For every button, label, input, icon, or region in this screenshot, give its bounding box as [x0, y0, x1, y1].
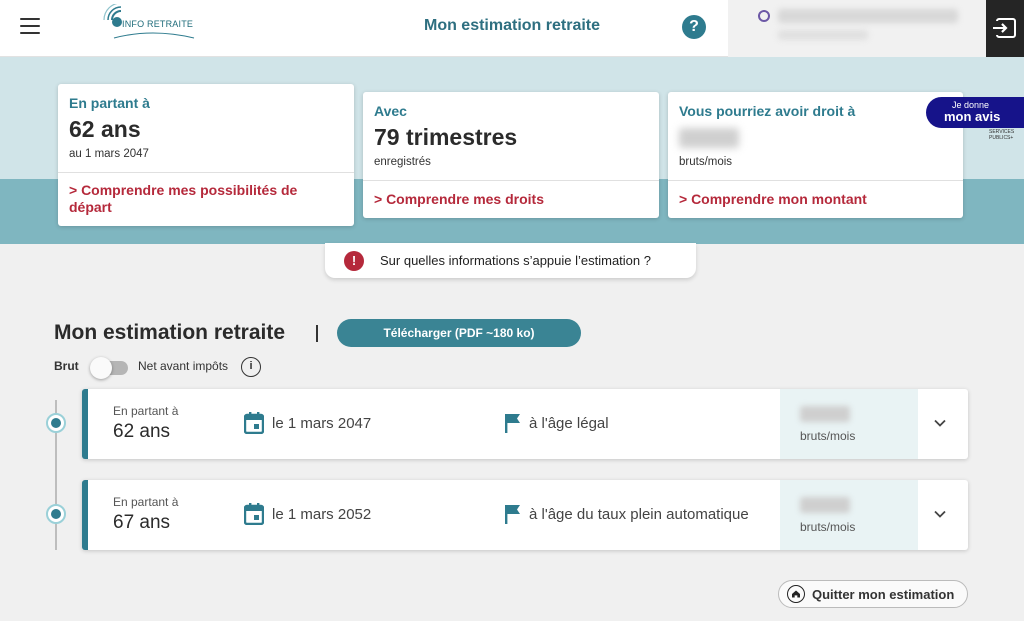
menu-icon[interactable]	[20, 18, 40, 34]
card-amount: Vous pourriez avoir droit à bruts/mois >…	[668, 92, 963, 218]
flag-icon	[505, 505, 520, 524]
row-label: En partant à	[113, 495, 179, 509]
logo-text: INFO RETRAITE	[122, 19, 194, 29]
calendar-icon	[244, 412, 264, 434]
row-age: 67 ans	[113, 512, 171, 533]
row-date: le 1 mars 2052	[272, 506, 372, 523]
top-header: INFO RETRAITE Mon estimation retraite ?	[0, 0, 1024, 57]
card-sub: enregistrés	[374, 156, 431, 168]
card-sub: bruts/mois	[679, 156, 733, 168]
quit-label: Quitter mon estimation	[812, 587, 955, 602]
chevron-down-icon[interactable]	[933, 416, 947, 430]
toggle-knob	[90, 357, 112, 379]
help-icon[interactable]: ?	[682, 15, 706, 39]
amount-redacted	[800, 406, 850, 422]
card-sub: au 1 mars 2047	[69, 148, 149, 160]
alert-icon: !	[344, 251, 364, 271]
quit-estimation-button[interactable]: Quitter mon estimation	[778, 580, 968, 608]
info-text: Sur quelles informations s’appuie l’esti…	[380, 253, 651, 268]
row-amount: bruts/mois	[780, 389, 918, 459]
estimation-row[interactable]: En partant à 67 ans le 1 mars 2052 à l'â…	[82, 480, 968, 550]
toggle-label-net: Net avant impôts	[138, 359, 229, 373]
brut-net-toggle[interactable]	[90, 357, 128, 379]
info-icon[interactable]: i	[241, 357, 261, 377]
row-amount: bruts/mois	[780, 480, 918, 550]
row-unit: bruts/mois	[800, 429, 856, 443]
card-label: En partant à	[69, 95, 150, 111]
title-divider	[316, 325, 318, 342]
card-departure: En partant à 62 ans au 1 mars 2047 > Com…	[58, 84, 354, 226]
row-label: En partant à	[113, 404, 179, 418]
logout-icon	[993, 18, 1016, 38]
card-divider	[58, 172, 354, 173]
user-account[interactable]	[728, 0, 986, 57]
card-value: 62 ans	[69, 116, 141, 142]
user-icon	[758, 10, 770, 22]
estimation-info-button[interactable]: ! Sur quelles informations s’appuie l’es…	[325, 243, 696, 278]
link-amount[interactable]: > Comprendre mon montant	[679, 191, 943, 208]
feedback-big: mon avis	[944, 109, 1001, 124]
toggle-label-brut: Brut	[54, 359, 79, 373]
row-condition: à l'âge légal	[529, 415, 609, 432]
chevron-down-icon[interactable]	[933, 507, 947, 521]
flag-icon	[505, 414, 520, 433]
user-name-redacted	[778, 9, 958, 23]
amount-redacted	[800, 497, 850, 513]
card-quarters: Avec 79 trimestres enregistrés > Compren…	[363, 92, 659, 218]
card-label: Avec	[374, 103, 407, 119]
row-condition: à l'âge du taux plein automatique	[529, 506, 749, 523]
calendar-icon	[244, 503, 264, 525]
feedback-button[interactable]: Je donne mon avis	[926, 97, 1024, 128]
card-value: 79 trimestres	[374, 124, 518, 150]
timeline-dot	[46, 413, 66, 433]
link-rights[interactable]: > Comprendre mes droits	[374, 191, 639, 208]
row-age: 62 ans	[113, 421, 171, 442]
amount-redacted	[679, 128, 739, 148]
card-label: Vous pourriez avoir droit à	[679, 103, 856, 119]
section-title: Mon estimation retraite	[54, 321, 286, 344]
row-unit: bruts/mois	[800, 520, 856, 534]
services-publics-logo: SERVICES PUBLICS+	[989, 129, 1015, 141]
link-departure-options[interactable]: > Comprendre mes possibilités de départ	[69, 182, 334, 216]
estimation-row[interactable]: En partant à 62 ans le 1 mars 2047 à l'â…	[82, 389, 968, 459]
user-detail-redacted	[778, 30, 868, 40]
home-icon	[787, 585, 805, 603]
logout-button[interactable]	[986, 0, 1024, 57]
card-divider	[668, 180, 963, 181]
timeline-dot	[46, 504, 66, 524]
download-pdf-button[interactable]: Télécharger (PDF ~180 ko)	[337, 319, 581, 347]
row-date: le 1 mars 2047	[272, 415, 372, 432]
card-divider	[363, 180, 659, 181]
